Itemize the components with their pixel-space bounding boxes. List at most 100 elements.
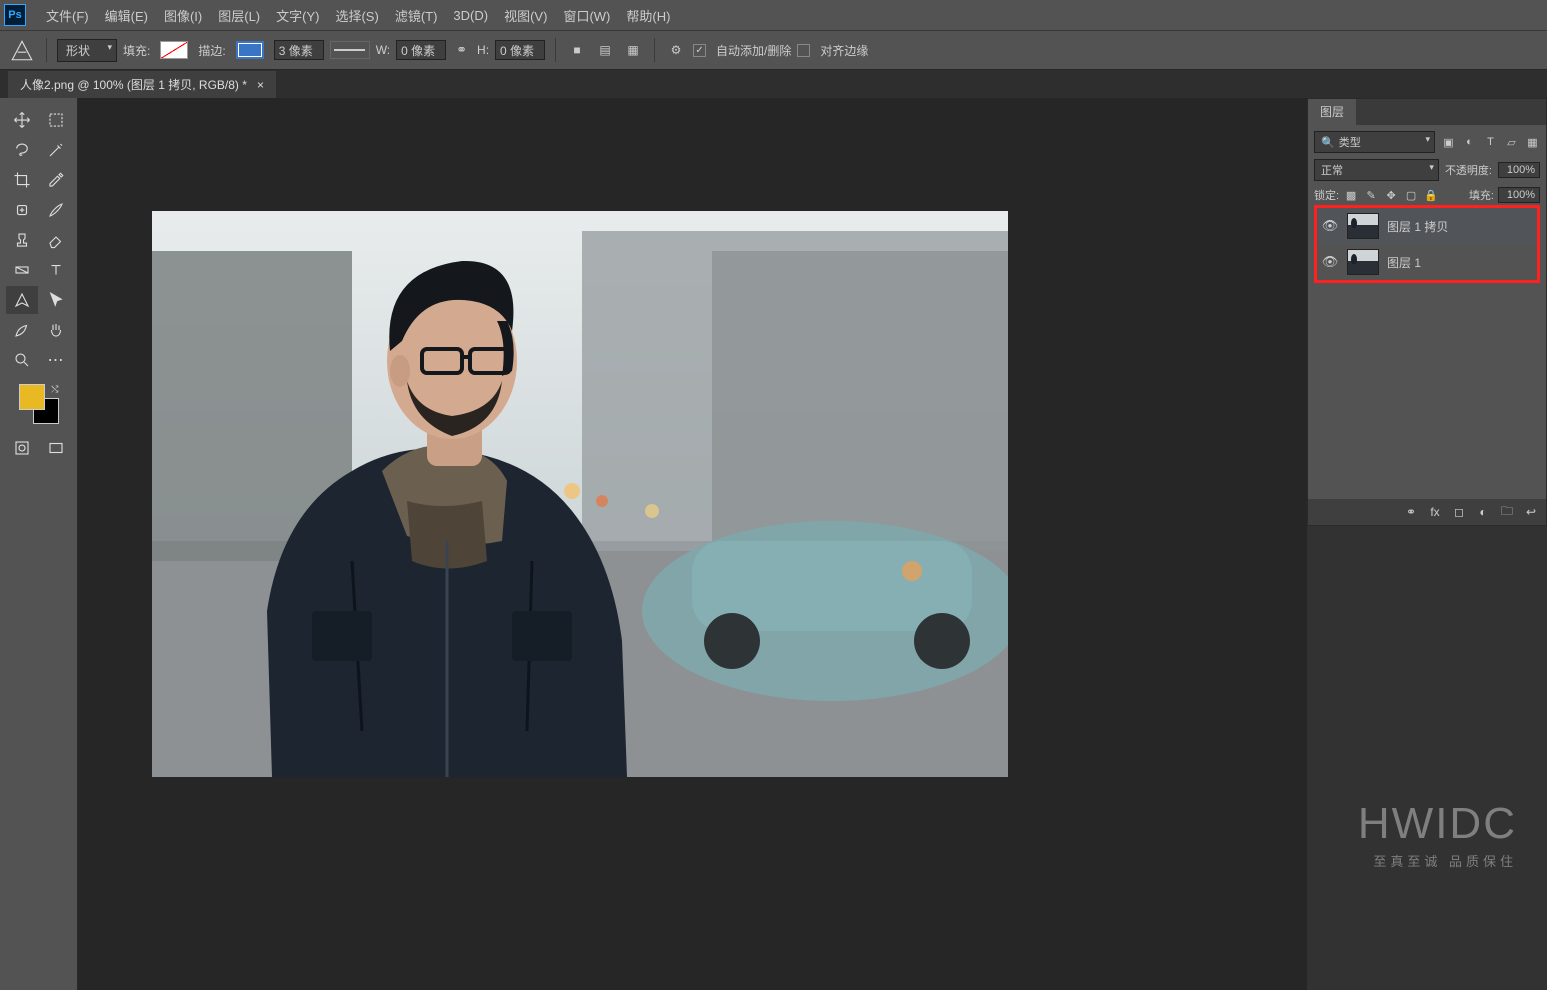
edit-toolbar-icon[interactable]: ⋯: [40, 346, 72, 374]
menu-bar: Ps 文件(F) 编辑(E) 图像(I) 图层(L) 文字(Y) 选择(S) 滤…: [0, 0, 1547, 30]
mask-icon[interactable]: ◻: [1450, 503, 1468, 521]
options-bar: 形状 填充: 描边: W: ⚭ H: ■ ▤ ▦ ⚙ 自动添加/删除 对齐边缘: [0, 30, 1547, 70]
lock-all-icon[interactable]: 🔒: [1423, 187, 1439, 203]
layer-row[interactable]: 👁 图层 1: [1317, 244, 1537, 280]
menu-help[interactable]: 帮助(H): [618, 2, 678, 29]
lasso-tool-icon[interactable]: [6, 136, 38, 164]
close-tab-icon[interactable]: ×: [257, 78, 264, 92]
lock-pos-icon[interactable]: ✥: [1383, 187, 1399, 203]
canvas-area[interactable]: [78, 98, 1307, 990]
menu-filter[interactable]: 滤镜(T): [387, 2, 446, 29]
height-input[interactable]: [495, 40, 545, 60]
color-swatches[interactable]: ⤭: [19, 384, 59, 424]
move-tool-icon[interactable]: [6, 106, 38, 134]
h-label: H:: [477, 43, 489, 57]
path-select-tool-icon[interactable]: [40, 286, 72, 314]
auto-add-label: 自动添加/删除: [716, 42, 791, 59]
gradient-tool-icon[interactable]: [6, 256, 38, 284]
hand-tool-icon[interactable]: [40, 316, 72, 344]
layers-highlight-box: 👁 图层 1 拷贝 👁 图层 1: [1314, 205, 1540, 283]
shape-mode-dropdown[interactable]: 形状: [57, 39, 117, 62]
document-tab-bar: 人像2.png @ 100% (图层 1 拷贝, RGB/8) * ×: [0, 70, 1547, 98]
layer-thumbnail[interactable]: [1347, 249, 1379, 275]
filter-kind-dropdown[interactable]: 🔍类型: [1314, 131, 1435, 153]
auto-add-checkbox[interactable]: [693, 44, 706, 57]
opacity-input[interactable]: 100%: [1498, 162, 1540, 178]
foreground-color[interactable]: [19, 384, 45, 410]
link-layers-icon[interactable]: ⚭: [1402, 503, 1420, 521]
width-input[interactable]: [396, 40, 446, 60]
menu-3d[interactable]: 3D(D): [445, 4, 496, 27]
menu-file[interactable]: 文件(F): [38, 2, 97, 29]
filter-shape-icon[interactable]: ▱: [1504, 135, 1519, 150]
divider: [46, 38, 47, 62]
layer-name[interactable]: 图层 1 拷贝: [1387, 218, 1448, 235]
fx-icon[interactable]: fx: [1426, 503, 1444, 521]
gear-icon[interactable]: ⚙: [665, 39, 687, 61]
blend-mode-dropdown[interactable]: 正常: [1314, 159, 1439, 181]
layer-row[interactable]: 👁 图层 1 拷贝: [1317, 208, 1537, 244]
stroke-width-input[interactable]: [274, 40, 324, 60]
lock-trans-icon[interactable]: ▩: [1343, 187, 1359, 203]
lock-artboard-icon[interactable]: ▢: [1403, 187, 1419, 203]
magic-wand-tool-icon[interactable]: [40, 136, 72, 164]
menu-layer[interactable]: 图层(L): [210, 2, 268, 29]
group-icon[interactable]: 🗀: [1498, 503, 1516, 521]
layer-name[interactable]: 图层 1: [1387, 254, 1421, 271]
path-op-icon[interactable]: ■: [566, 39, 588, 61]
filter-smart-icon[interactable]: ▦: [1525, 135, 1540, 150]
toolbox: ⋯ ⤭: [0, 98, 78, 990]
visibility-eye-icon[interactable]: 👁: [1321, 254, 1339, 270]
divider: [555, 38, 556, 62]
watermark-title: HWIDC: [1358, 799, 1517, 849]
visibility-eye-icon[interactable]: 👁: [1321, 218, 1339, 234]
quickmask-icon[interactable]: [6, 434, 38, 462]
healing-tool-icon[interactable]: [6, 196, 38, 224]
eraser-tool-icon[interactable]: [40, 226, 72, 254]
filter-pixel-icon[interactable]: ▣: [1441, 135, 1456, 150]
menu-select[interactable]: 选择(S): [327, 2, 386, 29]
align-edges-checkbox[interactable]: [797, 44, 810, 57]
align-icon[interactable]: ▤: [594, 39, 616, 61]
w-label: W:: [376, 43, 390, 57]
screenmode-icon[interactable]: [40, 434, 72, 462]
watermark: HWIDC 至真至诚 品质保住: [1358, 799, 1517, 870]
layers-tab[interactable]: 图层: [1308, 99, 1356, 125]
filter-type-icon[interactable]: T: [1483, 135, 1498, 150]
crop-tool-icon[interactable]: [6, 166, 38, 194]
zoom-tool-icon[interactable]: [6, 346, 38, 374]
brush-tool-icon[interactable]: [40, 196, 72, 224]
type-tool-icon[interactable]: [40, 256, 72, 284]
stroke-swatch[interactable]: [236, 41, 264, 59]
new-layer-icon[interactable]: ↩: [1522, 503, 1540, 521]
arrange-icon[interactable]: ▦: [622, 39, 644, 61]
stamp-tool-icon[interactable]: [6, 226, 38, 254]
align-edges-label: 对齐边缘: [820, 42, 868, 59]
layer-thumbnail[interactable]: [1347, 213, 1379, 239]
menu-type[interactable]: 文字(Y): [268, 2, 327, 29]
layers-panel-footer: ⚭ fx ◻ ◐ 🗀 ↩: [1308, 499, 1546, 525]
opacity-label: 不透明度:: [1445, 162, 1492, 178]
marquee-tool-icon[interactable]: [40, 106, 72, 134]
fill-opacity-input[interactable]: 100%: [1498, 187, 1540, 203]
document-tab[interactable]: 人像2.png @ 100% (图层 1 拷贝, RGB/8) * ×: [8, 71, 276, 98]
divider: [654, 38, 655, 62]
shape-tool-icon[interactable]: [6, 316, 38, 344]
menu-image[interactable]: 图像(I): [156, 2, 210, 29]
swap-colors-icon[interactable]: ⤭: [51, 384, 58, 395]
pen-tool-icon[interactable]: [6, 286, 38, 314]
watermark-subtitle: 至真至诚 品质保住: [1358, 851, 1517, 870]
pen-tool-indicator-icon[interactable]: [8, 38, 36, 62]
document-canvas[interactable]: [152, 211, 1008, 777]
stroke-style-dropdown[interactable]: [330, 41, 370, 59]
menu-edit[interactable]: 编辑(E): [97, 2, 156, 29]
lock-paint-icon[interactable]: ✎: [1363, 187, 1379, 203]
adjustment-icon[interactable]: ◐: [1474, 503, 1492, 521]
fill-swatch[interactable]: [160, 41, 188, 59]
menu-view[interactable]: 视图(V): [496, 2, 555, 29]
menu-window[interactable]: 窗口(W): [555, 2, 618, 29]
eyedropper-tool-icon[interactable]: [40, 166, 72, 194]
filter-adjust-icon[interactable]: ◐: [1462, 135, 1477, 150]
link-wh-icon[interactable]: ⚭: [452, 42, 471, 58]
stroke-label: 描边:: [198, 42, 225, 59]
